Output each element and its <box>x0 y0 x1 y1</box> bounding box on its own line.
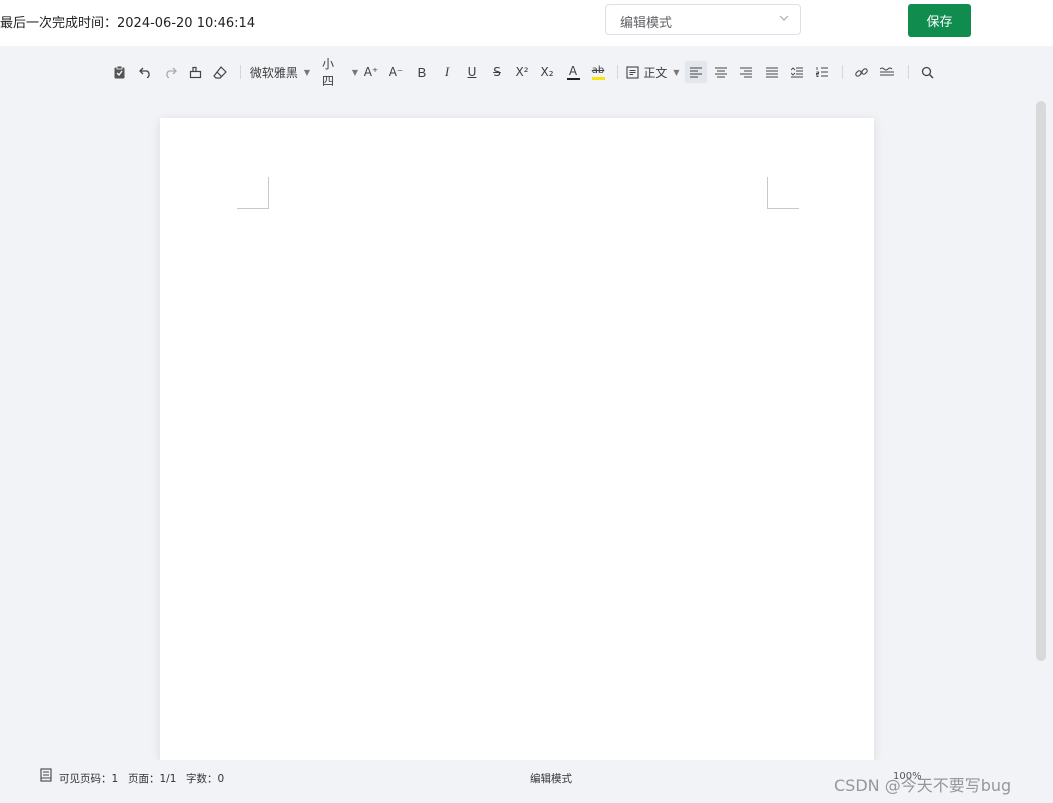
watermark: CSDN @今天不要写bug <box>834 776 1012 795</box>
underline-icon: U <box>467 65 477 79</box>
clipboard-icon <box>114 65 124 79</box>
font-color-bar <box>566 77 580 80</box>
last-completed-label: 最后一次完成时间： <box>0 16 118 31</box>
undo-icon <box>138 67 150 78</box>
format-painter-icon <box>189 66 201 78</box>
undo-button[interactable] <box>137 61 153 83</box>
chevron-down-icon <box>779 15 789 21</box>
top-bar: 最后一次完成时间：2024-06-20 10:46:14 编辑模式 保存 <box>0 0 1053 46</box>
font-color-icon: A <box>568 63 578 78</box>
underline-button[interactable]: U <box>464 61 480 83</box>
bold-icon: B <box>417 64 427 80</box>
toolbar-divider <box>842 65 843 79</box>
last-completed-value: 2024-06-20 10:46:14 <box>117 16 256 31</box>
italic-icon: I <box>444 64 450 79</box>
insert-link-button[interactable] <box>853 61 869 83</box>
line-spacing-icon <box>791 66 803 78</box>
strikethrough-icon: S <box>493 65 501 79</box>
vertical-scrollbar[interactable] <box>1036 101 1046 661</box>
paragraph-style-value: 正文 <box>643 65 668 80</box>
align-justify-button[interactable] <box>763 61 781 83</box>
font-size-increase-button[interactable]: A⁺ <box>363 61 379 83</box>
ordered-list-button[interactable] <box>813 61 831 83</box>
ordered-list-icon <box>816 67 828 77</box>
document-page[interactable] <box>160 118 874 760</box>
caret-down-icon: ▼ <box>351 67 358 77</box>
highlight-color-bar <box>591 76 605 80</box>
separator-icon <box>880 67 894 76</box>
caret-down-icon: ▼ <box>303 67 311 77</box>
italic-button[interactable]: I <box>439 61 455 83</box>
search-icon <box>921 66 934 79</box>
paste-button[interactable] <box>111 61 127 83</box>
font-size-select[interactable]: 小四 ▼ <box>322 57 358 88</box>
font-color-button[interactable]: A <box>565 61 581 83</box>
align-right-icon <box>740 66 752 78</box>
subscript-button[interactable]: X₂ <box>539 61 555 83</box>
subscript-icon: X₂ <box>540 65 554 79</box>
font-increase-icon: A⁺ <box>363 65 379 79</box>
redo-icon <box>165 67 177 78</box>
toolbar-divider <box>908 65 909 79</box>
visible-pages-text: 可见页码：1 <box>59 773 119 785</box>
font-size-value: 小四 <box>322 57 335 88</box>
font-family-value: 微软雅黑 <box>249 65 298 80</box>
last-completed-time: 最后一次完成时间：2024-06-20 10:46:14 <box>0 12 255 31</box>
superscript-button[interactable]: X² <box>514 61 530 83</box>
highlight-button[interactable]: ab <box>590 61 606 83</box>
align-left-button[interactable] <box>685 61 707 83</box>
align-left-icon <box>690 66 702 78</box>
font-decrease-icon: A⁻ <box>388 65 404 79</box>
search-button[interactable] <box>919 61 935 83</box>
editor-toolbar: 微软雅黑 ▼ 小四 ▼ A⁺ A⁻ B I U S X² X₂ A ab 正文 ▼ <box>0 57 1053 88</box>
font-size-decrease-button[interactable]: A⁻ <box>388 61 404 83</box>
superscript-icon: X² <box>515 65 529 79</box>
mode-select-value: 编辑模式 <box>620 16 673 31</box>
clear-format-button[interactable] <box>212 61 228 83</box>
paragraph-style-select[interactable]: 正文 ▼ <box>624 61 682 83</box>
caret-down-icon: ▼ <box>673 67 680 77</box>
eraser-icon <box>213 65 227 79</box>
paragraph-icon <box>626 65 639 79</box>
bold-button[interactable]: B <box>414 61 430 83</box>
separator-button[interactable] <box>878 61 896 83</box>
align-justify-icon <box>766 66 778 78</box>
toolbar-divider <box>617 65 618 79</box>
align-right-button[interactable] <box>737 61 755 83</box>
strikethrough-button[interactable]: S <box>489 61 505 83</box>
align-center-button[interactable] <box>712 61 730 83</box>
mode-status-text: 编辑模式 <box>530 773 572 785</box>
toolbar-divider <box>240 65 241 79</box>
page-list-icon[interactable] <box>40 768 52 782</box>
word-count-text: 字数：0 <box>186 773 225 785</box>
format-painter-button[interactable] <box>187 61 203 83</box>
line-spacing-button[interactable] <box>788 61 806 83</box>
page-count-text: 页面：1/1 <box>128 773 177 785</box>
highlight-icon: ab <box>591 64 605 76</box>
link-icon <box>854 67 868 77</box>
margin-corner-top-left <box>237 177 269 209</box>
redo-button[interactable] <box>162 61 178 83</box>
align-center-icon <box>715 66 727 78</box>
margin-corner-top-right <box>767 177 799 209</box>
font-family-select[interactable]: 微软雅黑 ▼ <box>249 61 311 83</box>
mode-select[interactable]: 编辑模式 <box>605 4 801 35</box>
save-button[interactable]: 保存 <box>908 4 971 37</box>
